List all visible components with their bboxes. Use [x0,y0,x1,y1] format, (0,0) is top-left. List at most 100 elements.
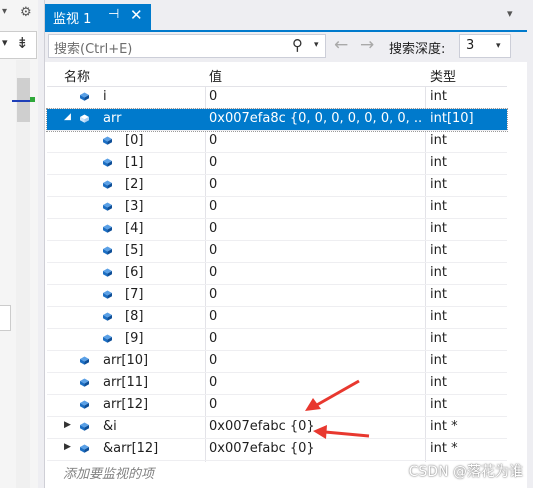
watch-name: [0] [125,133,144,148]
watch-row[interactable]: arr[12] 0 int [47,395,507,417]
watch-name: &arr[12] [103,441,159,456]
close-icon[interactable]: ✕ [130,6,143,24]
watch-name: [1] [125,155,144,170]
watch-name: [7] [125,287,144,302]
watch-value[interactable]: 0 [209,287,421,302]
watch-value[interactable]: 0 [209,199,421,214]
watermark: CSDN @落花为谁 [408,464,523,480]
variable-icon [80,114,89,123]
watch-type: int [430,133,447,148]
watch-grid: 名称 值 类型 i 0 int ◢ arr 0x007efa8c {0, 0, 0, 0,… [46,62,508,482]
watch-row[interactable]: [2] 0 int [47,175,507,197]
watch-row[interactable]: [6] 0 int [47,263,507,285]
variable-icon [103,246,112,255]
watch-value[interactable]: 0 [209,243,421,258]
watch-type: int [430,199,447,214]
watch-type: int [430,397,447,412]
watch-name: i [103,89,107,104]
search-icon[interactable]: ⚲ [292,36,303,54]
watch-row[interactable]: ▶ &arr[12] 0x007efabc {0} int * [47,439,507,461]
watch-row[interactable]: [4] 0 int [47,219,507,241]
watch-row[interactable]: [8] 0 int [47,307,507,329]
watch-type: int [430,287,447,302]
variable-icon [103,158,112,167]
variable-icon [80,378,89,387]
watch-type: int [430,177,447,192]
watch-name: arr [103,111,122,126]
watch-row[interactable]: arr[11] 0 int [47,373,507,395]
watch-type: int[10] [430,111,474,126]
watch-type: int [430,243,447,258]
column-header-value[interactable]: 值 [209,66,222,85]
split-editor-icon[interactable]: ⇟ [16,34,29,52]
watch-row[interactable]: ▶ &i 0x007efabc {0} int * [47,417,507,439]
settings-gear-icon[interactable]: ⚙ [20,5,32,20]
watch-rows: i 0 int ◢ arr 0x007efa8c {0, 0, 0, 0, 0, 0, 0… [46,87,508,461]
watch-row[interactable]: [3] 0 int [47,197,507,219]
search-depth-select[interactable]: 3 ▾ [459,34,511,58]
watch-type: int [430,353,447,368]
watch-value[interactable]: 0 [209,177,421,192]
watch-value[interactable]: 0 [209,89,421,104]
watch-value[interactable]: 0 [209,265,421,280]
watch-value[interactable]: 0x007efabc {0} [209,441,421,456]
watch-name: [3] [125,199,144,214]
watch-row[interactable]: ◢ arr 0x007efa8c {0, 0, 0, 0, 0, 0, 0, ...… [46,108,508,132]
editor-scrollbar-track[interactable] [16,60,30,488]
grid-header: 名称 值 类型 [47,62,507,87]
collapse-arrow-icon[interactable]: ◢ [64,112,71,122]
watch-value[interactable]: 0 [209,155,421,170]
watch-value[interactable]: 0x007efa8c {0, 0, 0, 0, 0, 0, 0, ... [209,111,421,126]
pin-icon[interactable]: ⊣ [108,7,119,22]
watch-name: arr[12] [103,397,149,412]
variable-icon [103,268,112,277]
watch-row[interactable]: [1] 0 int [47,153,507,175]
search-options-icon[interactable]: ▾ [314,40,319,50]
watch-row[interactable]: i 0 int [47,87,507,109]
search-placeholder: 搜索(Ctrl+E) [54,42,133,57]
watch-type: int * [430,441,458,456]
watch-name: [9] [125,331,144,346]
watch-row[interactable]: [7] 0 int [47,285,507,307]
tab-watch-1[interactable]: 监视 1 ⊣ ✕ [45,4,151,30]
search-depth-value: 3 [466,38,475,53]
variable-icon [103,180,112,189]
watch-row[interactable]: [5] 0 int [47,241,507,263]
watch-window: 监视 1 ⊣ ✕ ▾ 搜索(Ctrl+E) ⚲ ▾ ← → 搜索深度: 3 ▾ … [44,0,527,488]
forward-arrow-icon[interactable]: → [360,35,374,55]
variable-icon [103,312,112,321]
expand-arrow-icon[interactable]: ▶ [64,442,71,452]
annotation-arrow-icon [313,425,370,439]
watch-row[interactable]: [0] 0 int [47,131,507,153]
watch-type: int [430,331,447,346]
tab-bar: 监视 1 ⊣ ✕ ▾ [45,0,527,30]
column-header-type[interactable]: 类型 [430,66,456,85]
watch-type: int [430,375,447,390]
watch-value[interactable]: 0 [209,309,421,324]
caret-position-marker [12,100,32,102]
editor-fragment [0,305,11,331]
watch-value[interactable]: 0 [209,353,421,368]
tab-overflow-icon[interactable]: ▾ [507,7,513,20]
watch-row[interactable]: [9] 0 int [47,329,507,351]
watch-row[interactable]: arr[10] 0 int [47,351,507,373]
editor-dropdown-icon[interactable]: ▾ [2,6,7,17]
expand-arrow-icon[interactable]: ▶ [64,420,71,430]
watch-name: [8] [125,309,144,324]
watch-value[interactable]: 0 [209,221,421,236]
search-input[interactable]: 搜索(Ctrl+E) ⚲ ▾ [48,34,326,58]
editor-split-controls: ▾ ⇟ [0,31,37,59]
chevron-down-icon: ▾ [496,41,501,51]
variable-icon [103,136,112,145]
split-dropdown-icon[interactable]: ▾ [2,36,8,49]
annotation-arrow-icon [305,379,360,411]
variable-icon [80,422,89,431]
watch-toolbar: 搜索(Ctrl+E) ⚲ ▾ ← → 搜索深度: 3 ▾ [45,32,527,62]
column-header-name[interactable]: 名称 [64,66,90,85]
back-arrow-icon[interactable]: ← [334,35,348,55]
variable-icon [103,334,112,343]
variable-icon [103,202,112,211]
watch-value[interactable]: 0 [209,133,421,148]
watch-value[interactable]: 0 [209,331,421,346]
watch-name: arr[10] [103,353,149,368]
